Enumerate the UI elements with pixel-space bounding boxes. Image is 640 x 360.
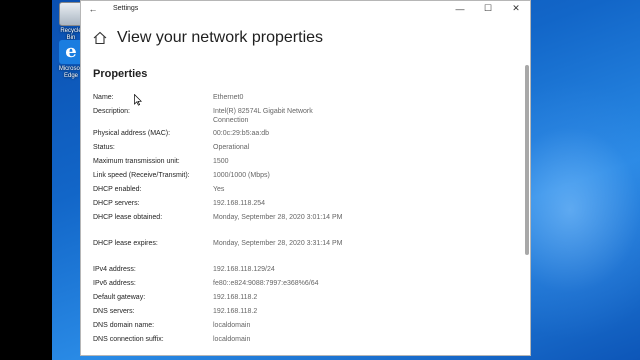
property-key: DHCP enabled: — [93, 186, 142, 193]
scrollbar-thumb[interactable] — [525, 65, 529, 255]
property-value[interactable]: Intel(R) 82574L Gigabit Network Connecti… — [213, 107, 343, 125]
property-value[interactable]: fe80::e824:9088:7997:e368%6/64 — [213, 279, 343, 288]
property-key: Link speed (Receive/Transmit): — [93, 172, 190, 179]
property-row: Link speed (Receive/Transmit): 1000/1000 … — [93, 171, 343, 180]
property-row: DHCP lease obtained: Monday, September 28… — [93, 213, 343, 222]
home-icon[interactable] — [93, 31, 107, 45]
property-row: DHCP lease expires: Monday, September 28,… — [93, 239, 343, 248]
property-key: Maximum transmission unit: — [93, 158, 180, 165]
property-key: Status: — [93, 144, 115, 151]
property-key: DHCP lease obtained: — [93, 214, 163, 221]
property-key: DNS domain name: — [93, 322, 155, 329]
page-title: View your network properties — [117, 29, 324, 46]
property-row: DHCP enabled: Yes — [93, 185, 343, 194]
property-key: DNS connection suffix: — [93, 336, 164, 343]
property-value[interactable]: 192.168.118.2 — [213, 293, 343, 302]
property-key: IPv6 address: — [93, 280, 136, 287]
settings-window: ← Settings — ☐ ✕ View your network prope… — [80, 0, 531, 356]
property-row: Physical address (MAC): 00:0c:29:b5:aa:db — [93, 129, 343, 138]
property-value[interactable]: Monday, September 28, 2020 3:31:14 PM — [213, 239, 343, 248]
property-value[interactable]: localdomain — [213, 335, 343, 344]
property-value[interactable]: 192.168.118.129/24 — [213, 265, 343, 274]
property-key: DNS servers: — [93, 308, 135, 315]
back-arrow-icon[interactable]: ← — [81, 4, 105, 14]
section-heading-properties: Properties — [93, 68, 148, 80]
property-value[interactable]: Yes — [213, 185, 343, 194]
property-key: Name: — [93, 94, 114, 101]
property-key: IPv4 address: — [93, 266, 136, 273]
window-title: Settings — [113, 5, 139, 12]
close-button[interactable]: ✕ — [502, 3, 530, 14]
property-key: Description: — [93, 108, 130, 115]
property-value[interactable]: 192.168.118.2 — [213, 307, 343, 316]
minimize-button[interactable]: — — [446, 4, 474, 14]
property-value[interactable]: 00:0c:29:b5:aa:db — [213, 129, 343, 138]
mouse-cursor-icon — [134, 94, 142, 106]
property-row: Name: Ethernet0 — [93, 93, 343, 102]
property-row: Default gateway: 192.168.118.2 — [93, 293, 343, 302]
property-row: DNS connection suffix: localdomain — [93, 335, 343, 344]
property-value[interactable]: Operational — [213, 143, 343, 152]
property-row: Status: Operational — [93, 143, 343, 152]
property-key: Physical address (MAC): — [93, 130, 171, 137]
property-row: Description: Intel(R) 82574L Gigabit Netw… — [93, 107, 343, 125]
property-key: DHCP lease expires: — [93, 240, 158, 247]
property-key: Default gateway: — [93, 294, 146, 301]
property-row: IPv4 address: 192.168.118.129/24 — [93, 265, 343, 274]
property-row: DNS servers: 192.168.118.2 — [93, 307, 343, 316]
property-row: DNS domain name: localdomain — [93, 321, 343, 330]
property-value[interactable]: 192.168.118.254 — [213, 199, 343, 208]
property-row: DHCP servers: 192.168.118.254 — [93, 199, 343, 208]
property-row: IPv6 address: fe80::e824:9088:7997:e368%6… — [93, 279, 343, 288]
property-value[interactable]: localdomain — [213, 321, 343, 330]
property-key: DHCP servers: — [93, 200, 140, 207]
property-value[interactable]: 1000/1000 (Mbps) — [213, 171, 343, 180]
title-bar[interactable]: ← Settings — ☐ ✕ — [81, 1, 530, 16]
property-value[interactable]: Ethernet0 — [213, 93, 343, 102]
property-value[interactable]: Monday, September 28, 2020 3:01:14 PM — [213, 213, 343, 222]
property-row: Maximum transmission unit: 1500 — [93, 157, 343, 166]
property-value[interactable]: 1500 — [213, 157, 343, 166]
page-header: View your network properties — [93, 29, 323, 47]
maximize-button[interactable]: ☐ — [474, 3, 502, 14]
